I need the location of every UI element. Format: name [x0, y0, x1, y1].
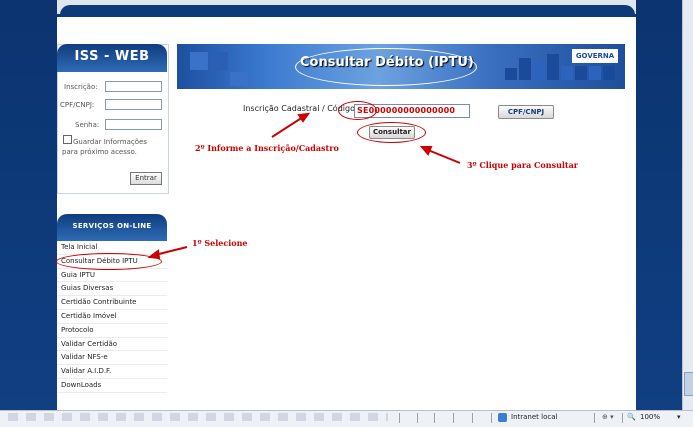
security-zone-label: Intranet local — [511, 413, 558, 421]
annotation-arrows — [147, 112, 461, 260]
status-separator — [417, 413, 418, 423]
annotation-step1: 1º Selecione — [192, 238, 248, 248]
status-separator — [491, 413, 492, 423]
arrow-step1 — [154, 246, 188, 256]
status-separator — [622, 413, 623, 423]
arrow-step3 — [427, 149, 461, 164]
arrow-step2 — [271, 116, 304, 138]
zoom-dropdown-icon[interactable]: ▾ — [677, 413, 681, 421]
annotation-step3: 3º Clique para Consultar — [467, 160, 579, 170]
status-separator — [453, 413, 454, 423]
highlight-ring-consultar — [357, 122, 426, 143]
protected-mode-icon[interactable]: ⊕ ▾ — [602, 413, 614, 421]
intranet-zone-icon — [498, 413, 507, 422]
zoom-level[interactable]: 100% — [640, 413, 660, 421]
highlight-ring-input — [338, 101, 377, 120]
status-separator — [399, 413, 400, 423]
status-separator — [472, 413, 473, 423]
highlight-ring-menu — [56, 253, 162, 270]
arrow-head-step2 — [297, 112, 311, 123]
arrow-head-step3 — [419, 146, 433, 156]
status-separator — [594, 413, 595, 423]
status-separator — [434, 413, 435, 423]
status-progress-track — [8, 413, 388, 421]
annotation-step2: 2º Informe a Inscrição/Cadastro — [195, 143, 339, 153]
zoom-icon[interactable]: 🔍 — [627, 413, 636, 421]
